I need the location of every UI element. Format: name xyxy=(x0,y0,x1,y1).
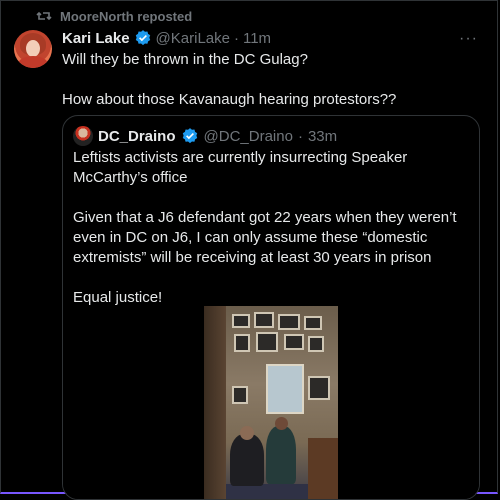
more-options-icon[interactable]: ··· xyxy=(459,30,478,48)
quoted-author-handle: @DC_Draino xyxy=(203,127,293,145)
time-separator: · xyxy=(233,29,239,47)
quoted-tweet-text: Leftists activists are currently insurre… xyxy=(73,148,463,308)
quoted-text-paragraph: Equal justice! xyxy=(73,289,163,306)
repost-context[interactable]: MooreNorth reposted xyxy=(36,8,192,24)
repost-label: MooreNorth reposted xyxy=(60,8,193,24)
quoted-tweet[interactable]: DC_Draino @DC_Draino · 33m Leftists acti… xyxy=(62,115,480,500)
quoted-text-paragraph: Leftists activists are currently insurre… xyxy=(73,149,408,186)
tweet-header: Kari Lake @KariLake · 11m xyxy=(62,29,271,47)
time-separator: · xyxy=(297,127,303,145)
quoted-text-paragraph: Given that a J6 defendant got 22 years w… xyxy=(73,209,457,266)
quoted-tweet-header: DC_Draino @DC_Draino · 33m xyxy=(73,126,337,146)
verified-badge-icon xyxy=(181,127,199,145)
author-avatar[interactable] xyxy=(14,30,52,68)
repost-icon xyxy=(36,8,52,24)
tweet-text-line: How about those Kavanaugh hearing protes… xyxy=(62,91,397,108)
quoted-tweet-timestamp: 33m xyxy=(307,127,338,145)
author-handle[interactable]: @KariLake xyxy=(156,30,230,47)
verified-badge-icon xyxy=(134,29,152,47)
quoted-tweet-media[interactable] xyxy=(63,306,479,499)
tweet-text: Will they be thrown in the DC Gulag? How… xyxy=(62,50,482,110)
quoted-author-name: DC_Draino xyxy=(98,127,176,145)
quoted-author-avatar xyxy=(73,126,93,146)
tweet-text-line: Will they be thrown in the DC Gulag? xyxy=(62,51,308,68)
author-name[interactable]: Kari Lake xyxy=(62,30,130,47)
office-photo xyxy=(204,306,338,499)
tweet-timestamp[interactable]: 11m xyxy=(243,30,271,47)
